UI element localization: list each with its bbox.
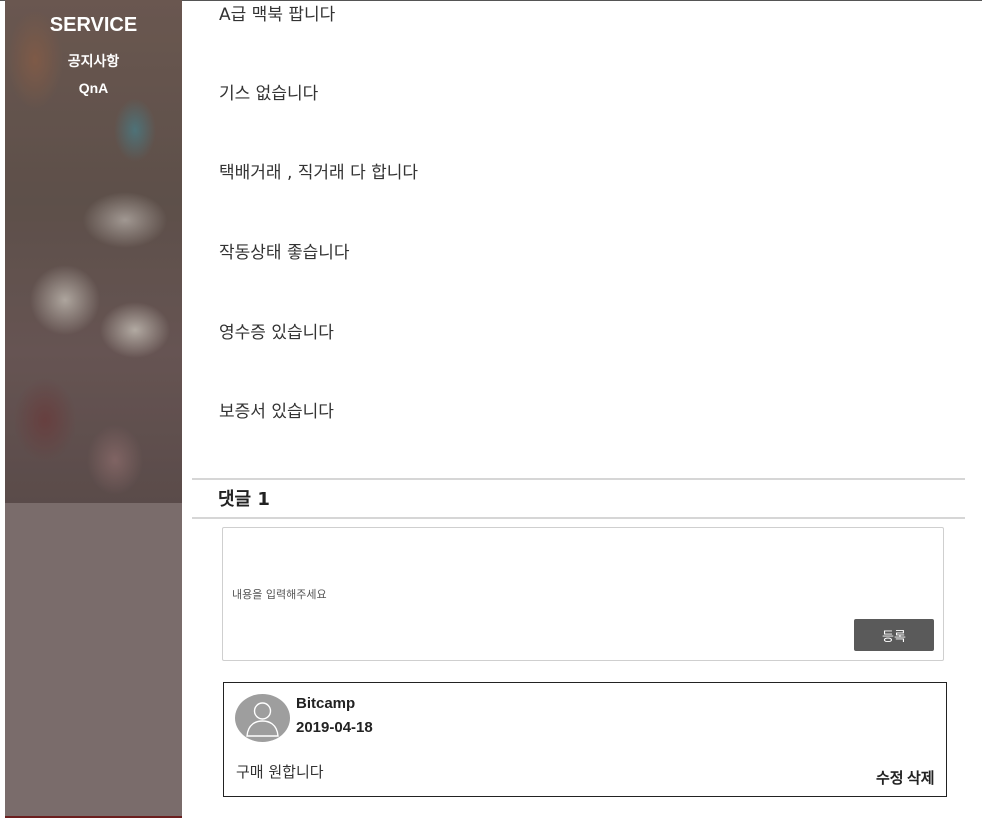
post-line: 영수증 있습니다: [219, 323, 334, 343]
divider: [192, 517, 965, 519]
sidebar-title: SERVICE: [49, 14, 138, 36]
post-line: 보증서 있습니다: [219, 402, 334, 422]
avatar-icon: [235, 694, 290, 742]
divider: [192, 478, 965, 480]
sidebar-item-qna[interactable]: QnA: [5, 80, 182, 96]
delete-comment-button[interactable]: 삭제: [907, 767, 935, 788]
comment-text: 구매 원합니다: [236, 763, 324, 781]
comment-count-heading: 댓글 1: [218, 489, 270, 510]
sidebar-item-notice[interactable]: 공지사항: [5, 51, 182, 71]
post-line: 기스 없습니다: [219, 84, 319, 104]
comment-form: 등록: [222, 527, 944, 661]
comment-input[interactable]: [232, 584, 832, 604]
post-line: A급 맥북 팝니다: [219, 5, 336, 25]
edit-comment-button[interactable]: 수정: [876, 767, 904, 788]
sidebar-background-image: [5, 0, 182, 503]
comment-author: Bitcamp: [296, 695, 356, 712]
post-line: 작동상태 좋습니다: [219, 243, 350, 263]
sidebar: SERVICE 공지사항 QnA: [5, 0, 182, 818]
comment-item: Bitcamp 2019-04-18 구매 원합니다 수정 삭제: [223, 682, 947, 797]
post-line: 택배거래 , 직거래 다 합니다: [219, 163, 419, 183]
comment-date: 2019-04-18: [296, 719, 373, 736]
submit-comment-button[interactable]: 등록: [854, 619, 934, 651]
